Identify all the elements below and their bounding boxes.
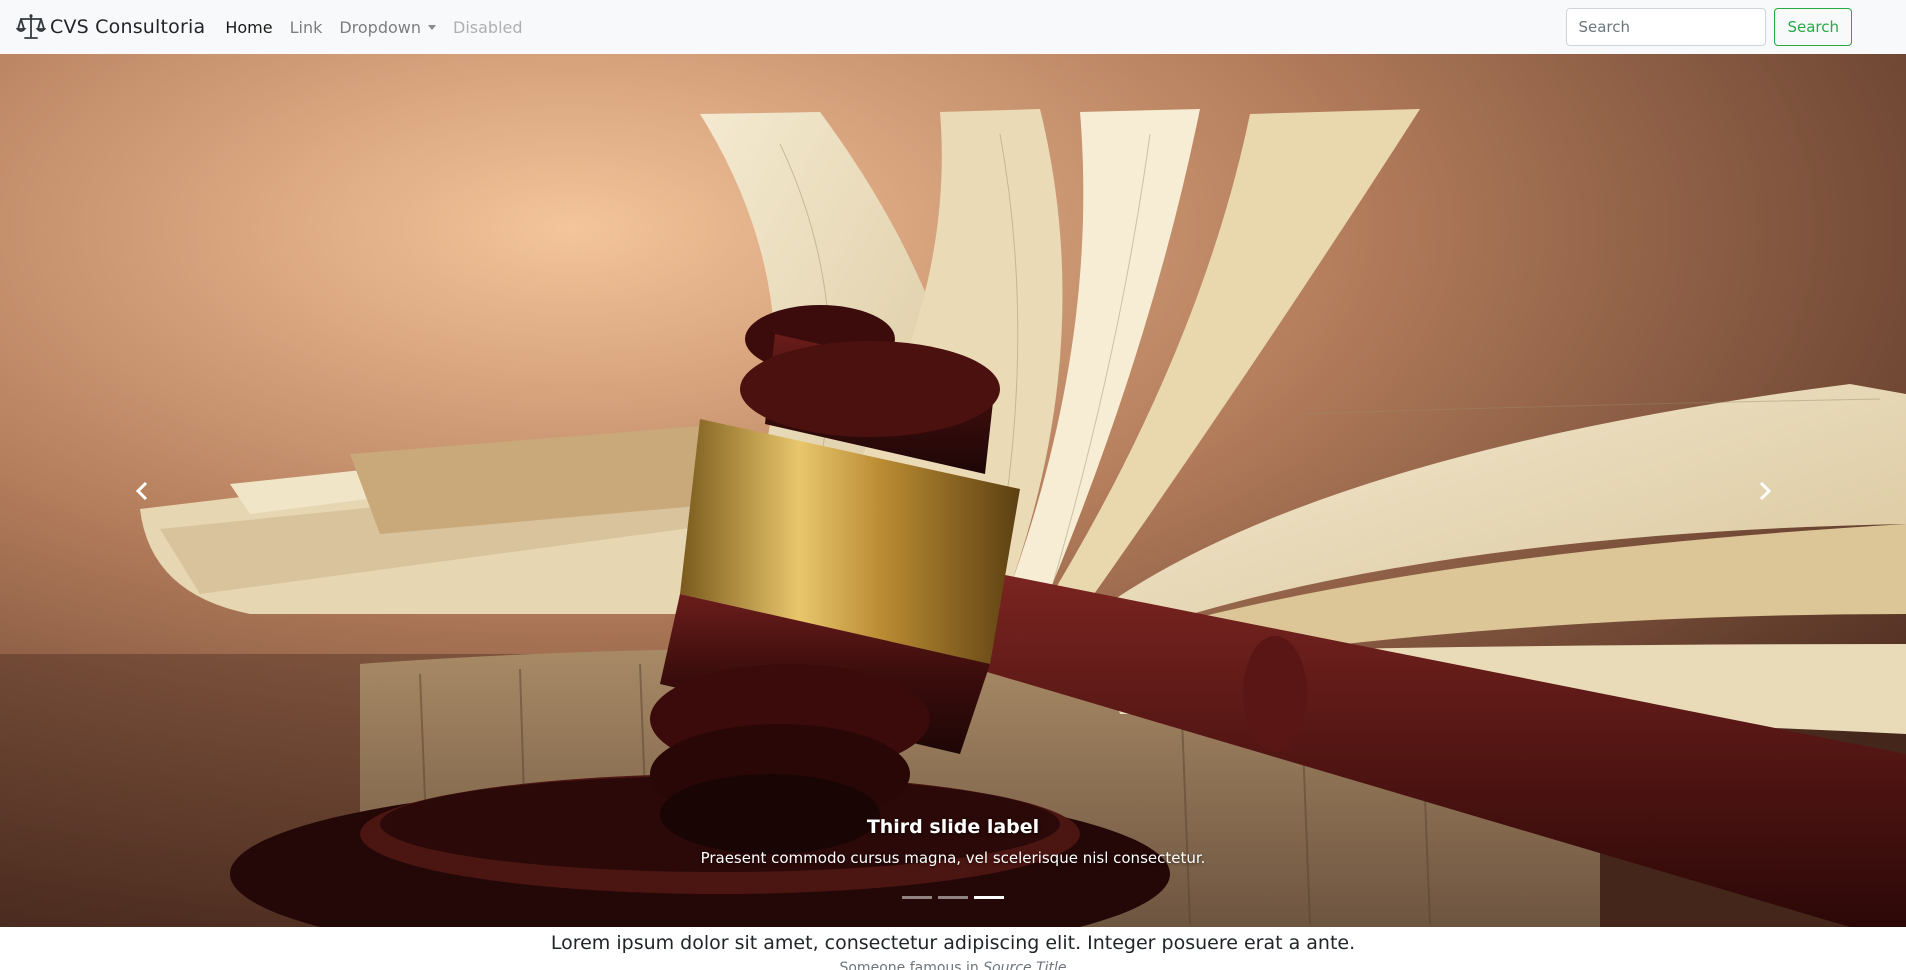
caption-text: Praesent commodo cursus magna, vel scele… xyxy=(700,849,1206,867)
navbar: CVS Consultoria Home Link Dropdown Disab… xyxy=(0,0,1906,54)
carousel-indicator-2[interactable] xyxy=(938,896,968,899)
hero-carousel: Third slide label Praesent commodo cursu… xyxy=(0,54,1906,927)
carousel-prev-button[interactable] xyxy=(0,54,285,927)
nav-links: Home Link Dropdown Disabled xyxy=(225,18,539,37)
quote-source-title: Source Title xyxy=(983,960,1067,970)
caption-title: Third slide label xyxy=(866,816,1040,838)
nav-item-home[interactable]: Home xyxy=(225,18,272,37)
brand-link[interactable]: CVS Consultoria xyxy=(16,12,205,42)
brand-name: CVS Consultoria xyxy=(50,16,206,38)
carousel-indicators xyxy=(0,896,1906,899)
nav-item-dropdown[interactable]: Dropdown xyxy=(339,17,437,37)
search-button[interactable]: Search xyxy=(1774,8,1852,46)
nav-item-link[interactable]: Link xyxy=(290,18,323,37)
carousel-next-button[interactable] xyxy=(1621,54,1906,927)
search-form: Search xyxy=(1566,8,1852,46)
quote-text: Lorem ipsum dolor sit amet, consectetur … xyxy=(550,932,1356,954)
carousel-indicator-1[interactable] xyxy=(902,896,932,899)
quote-author: Someone famous in xyxy=(839,960,984,970)
chevron-left-icon xyxy=(135,481,147,500)
carousel-indicator-3[interactable] xyxy=(974,896,1004,899)
blockquote: Lorem ipsum dolor sit amet, consectetur … xyxy=(0,927,1906,970)
nav-item-disabled: Disabled xyxy=(453,17,523,37)
page: CVS Consultoria Home Link Dropdown Disab… xyxy=(0,0,1906,970)
search-input[interactable] xyxy=(1566,8,1767,46)
caret-down-icon xyxy=(428,24,437,30)
scales-of-justice-icon xyxy=(16,14,46,39)
chevron-right-icon xyxy=(1759,481,1771,500)
dropdown-label: Dropdown xyxy=(339,17,422,37)
quote-footer: Someone famous in Source Title xyxy=(0,960,1906,970)
